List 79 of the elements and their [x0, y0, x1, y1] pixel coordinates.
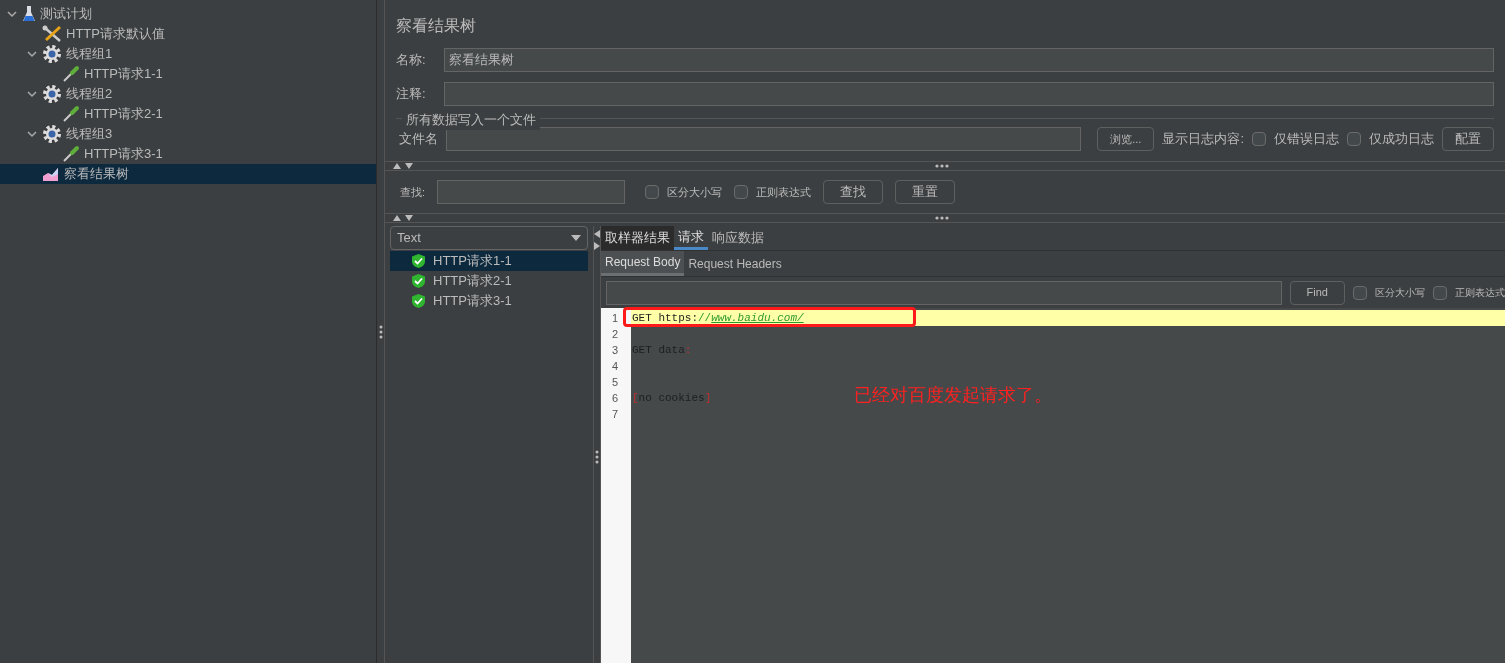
- gear-icon: [42, 124, 62, 144]
- section-title: 所有数据写入一个文件: [402, 110, 540, 130]
- file-name-field[interactable]: [446, 127, 1082, 151]
- checkbox-label: 区分大小写: [667, 184, 723, 200]
- chevron-down-icon[interactable]: [27, 50, 37, 58]
- tools-icon: [42, 25, 62, 43]
- checkbox-label: 区分大小写: [1375, 286, 1425, 300]
- result-item[interactable]: HTTP请求3-1: [390, 291, 588, 311]
- panel-title: 察看结果树: [396, 16, 477, 36]
- search-panel-button[interactable]: 查找: [823, 180, 884, 204]
- flask-icon: [22, 5, 36, 23]
- drag-handle-icon[interactable]: [935, 164, 949, 168]
- tree-item[interactable]: HTTP请求默认值: [0, 24, 376, 44]
- renderer-dropdown[interactable]: Text: [390, 226, 588, 250]
- chevron-down-icon[interactable]: [27, 90, 37, 98]
- gear-icon: [42, 44, 62, 64]
- shield-check-icon: [412, 274, 425, 288]
- pipette-icon: [62, 65, 80, 83]
- tree-item[interactable]: 线程组2: [0, 84, 376, 104]
- code-line: GET https://www.baidu.com/: [632, 312, 804, 324]
- checkbox[interactable]: [645, 185, 660, 199]
- search-field[interactable]: [437, 180, 626, 204]
- chevron-down-icon[interactable]: [7, 10, 17, 18]
- name-field[interactable]: 察看结果树: [444, 48, 1494, 72]
- line-number: 5: [610, 375, 619, 390]
- checkbox-label: 正则表达式: [1455, 286, 1505, 300]
- field-label: 查找:: [400, 184, 426, 200]
- checkbox-label: 正则表达式: [756, 184, 812, 200]
- pipette-icon: [62, 145, 80, 163]
- tab[interactable]: 响应数据: [708, 226, 768, 250]
- tree-item[interactable]: 测试计划: [0, 4, 376, 24]
- checkbox[interactable]: [1252, 132, 1266, 146]
- line-number: 6: [610, 391, 619, 406]
- tree-item[interactable]: 线程组3: [0, 124, 376, 144]
- shield-check-icon: [412, 254, 425, 268]
- comment-field[interactable]: [444, 82, 1494, 106]
- tree-item[interactable]: 察看结果树: [0, 164, 376, 184]
- checkbox[interactable]: [734, 185, 749, 199]
- split-arrows-icon[interactable]: [393, 163, 413, 169]
- configure-button[interactable]: 配置: [1442, 127, 1494, 151]
- dropdown-arrow-icon: [571, 235, 581, 241]
- field-label: 注释:: [396, 85, 427, 104]
- chart-icon: [42, 166, 60, 182]
- result-item[interactable]: HTTP请求1-1: [390, 251, 588, 271]
- collapse-arrows-icon[interactable]: [594, 230, 600, 250]
- checkbox[interactable]: [1353, 285, 1367, 300]
- pipette-icon: [62, 105, 80, 123]
- field-label: 名称:: [396, 51, 427, 70]
- line-number: 4: [610, 359, 619, 374]
- checkbox-label: 仅错误日志: [1274, 130, 1339, 149]
- log-content-label: 显示日志内容:: [1162, 130, 1244, 149]
- find-field[interactable]: [606, 280, 1282, 305]
- checkbox-label: 仅成功日志: [1369, 130, 1434, 149]
- tree-item[interactable]: HTTP请求2-1: [0, 104, 376, 124]
- tree-item[interactable]: HTTP请求3-1: [0, 144, 376, 164]
- tab[interactable]: 取样器结果: [601, 226, 674, 250]
- chevron-down-icon[interactable]: [27, 130, 37, 138]
- line-number: 2: [610, 327, 619, 342]
- tree-item[interactable]: 线程组1: [0, 44, 376, 64]
- gear-icon: [42, 84, 62, 104]
- split-arrows-icon[interactable]: [393, 215, 413, 221]
- search-panel-button[interactable]: 重置: [895, 180, 956, 204]
- tree-item[interactable]: HTTP请求1-1: [0, 64, 376, 84]
- line-number: 7: [610, 407, 619, 422]
- checkbox[interactable]: [1347, 132, 1361, 146]
- sub-tab[interactable]: Request Headers: [684, 251, 786, 276]
- browse-button[interactable]: 浏览...: [1097, 127, 1155, 151]
- drag-handle-icon[interactable]: [378, 324, 383, 339]
- checkbox[interactable]: [1433, 285, 1447, 300]
- shield-check-icon: [412, 294, 425, 308]
- line-number: 3: [610, 343, 619, 358]
- sub-tab[interactable]: Request Body: [601, 251, 685, 276]
- drag-handle-icon[interactable]: [595, 449, 599, 464]
- line-number: 1: [610, 311, 619, 326]
- result-item[interactable]: HTTP请求2-1: [390, 271, 588, 291]
- find-button[interactable]: Find: [1289, 280, 1345, 305]
- annotation-text: 已经对百度发起请求了。: [854, 384, 1052, 407]
- drag-handle-icon[interactable]: [935, 216, 949, 220]
- field-label: 文件名: [399, 130, 438, 149]
